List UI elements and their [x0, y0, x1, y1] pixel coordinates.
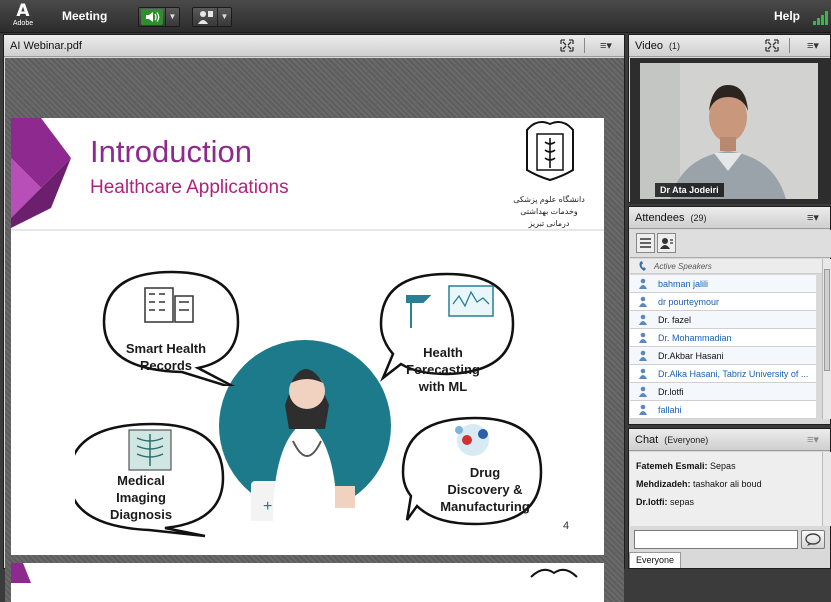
video-pod-title: Video [635, 40, 663, 52]
slide-page-number: 4 [563, 520, 570, 532]
chat-message: Mehdizadeh: tashakor ali boud [636, 479, 762, 489]
chat-message-list: Fatemeh Esmali: Sepas Mehdizadeh: tashak… [630, 452, 822, 526]
user-icon [639, 296, 647, 307]
presenter-icon [198, 11, 213, 24]
meeting-menu[interactable]: Meeting [62, 9, 107, 23]
chat-audience: (Everyone) [664, 435, 709, 445]
attendees-toolbar [630, 230, 831, 258]
smart-health-records-label: Smart Health Records [125, 341, 207, 373]
share-pod-title: AI Webinar.pdf [10, 40, 82, 52]
slide-title: Introduction [90, 134, 252, 169]
speaker-icon [141, 9, 163, 25]
chat-pod: Chat (Everyone) ≡▾ Fatemeh Esmali: Sepas … [628, 428, 831, 569]
attendee-row[interactable]: dr pourteymour [630, 293, 816, 311]
attendee-row[interactable]: Dr. Mohammadian [630, 329, 816, 347]
share-pod: AI Webinar.pdf ≡▾ Introduction Healthcar… [3, 34, 625, 602]
scrollbar-thumb[interactable] [824, 269, 830, 371]
video-pod-header: Video (1) ≡▾ [629, 35, 830, 57]
user-icon [639, 278, 647, 289]
user-icon [639, 404, 647, 415]
chat-message: Dr.lotfi: sepas [636, 497, 695, 507]
attendee-row[interactable]: Dr.Akbar Hasani [630, 347, 816, 365]
role-view-button[interactable] [657, 233, 676, 253]
chevron-down-icon[interactable]: ▼ [165, 8, 179, 26]
shared-document-viewer[interactable]: Introduction Healthcare Applications دان… [5, 58, 624, 602]
connection-signal-icon [813, 11, 829, 25]
user-icon [660, 238, 673, 249]
phone-icon [639, 261, 646, 271]
chat-message: Fatemeh Esmali: Sepas [636, 461, 736, 471]
presentation-slide: Introduction Healthcare Applications دان… [11, 118, 604, 555]
attendee-name: dr pourteymour [658, 297, 720, 307]
pod-options-menu[interactable]: ≡▾ [807, 211, 819, 224]
attendee-count: (29) [690, 213, 707, 223]
slide-divider [11, 229, 604, 231]
speaker-video-image [640, 63, 818, 199]
attendee-name: Dr. Mohammadian [658, 333, 732, 343]
university-logo [526, 121, 574, 182]
attendee-name: Dr.Alka Hasani, Tabriz University of ... [658, 369, 809, 379]
attendees-pod-title: Attendees [635, 212, 685, 224]
attendee-name: Dr. fazel [658, 315, 692, 325]
attendee-name: fallahi [658, 405, 682, 415]
attendee-row[interactable]: Dr.Alka Hasani, Tabriz University of ... [630, 365, 816, 383]
speech-bubble-icon [805, 533, 821, 546]
chevron-down-icon[interactable]: ▼ [217, 8, 231, 26]
pod-options-menu[interactable]: ≡▾ [807, 39, 819, 52]
chat-pod-title: Chat [635, 434, 659, 446]
chat-pod-header: Chat (Everyone) ≡▾ [629, 429, 830, 451]
medical-imaging-label: Medical Imaging Diagnosis [109, 473, 173, 522]
video-stream: Dr Ata Jodeiri [630, 58, 831, 204]
share-webcam-button[interactable]: ▼ [192, 7, 232, 27]
health-forecasting-label: Health Forecasting with ML [406, 345, 480, 394]
slide-subtitle: Healthcare Applications [90, 177, 289, 198]
attendees-pod: Attendees (29) ≡▾ Active Speakers bahman … [628, 206, 831, 425]
attendee-row[interactable]: bahman jalili [630, 275, 816, 293]
user-icon [639, 332, 647, 343]
list-view-icon [640, 238, 651, 248]
speaker-name-label: Dr Ata Jodeiri [655, 183, 724, 197]
send-message-button[interactable] [801, 530, 825, 549]
meeting-toolbar: A Adobe Meeting ▼ ▼ Help [0, 0, 831, 33]
attendee-row[interactable]: fallahi [630, 401, 816, 419]
university-caption: دانشگاه علوم پزشکی وخدمات بهداشتی درمانی… [513, 195, 585, 228]
fullscreen-icon[interactable] [560, 39, 574, 52]
webcam-feed: Dr Ata Jodeiri [640, 63, 818, 199]
user-icon [639, 386, 647, 397]
user-icon [639, 350, 647, 361]
attendees-pod-header: Attendees (29) ≡▾ [629, 207, 830, 229]
fullscreen-icon[interactable] [765, 39, 779, 52]
pod-options-menu[interactable]: ≡▾ [807, 433, 819, 446]
list-view-button[interactable] [636, 233, 655, 253]
video-pod: Video (1) ≡▾ Dr Ata Jodeiri [628, 34, 831, 204]
attendee-name: Dr.lotfi [658, 387, 684, 397]
drug-discovery-label: Drug Discovery & Manufacturing [440, 465, 530, 514]
chat-scrollbar[interactable] [822, 452, 831, 526]
adobe-logo: A Adobe [12, 1, 34, 28]
attendee-name: Dr.Akbar Hasani [658, 351, 724, 361]
speaker-button[interactable]: ▼ [138, 7, 180, 27]
attendee-list-scrollbar[interactable] [822, 259, 831, 419]
attendee-name: bahman jalili [658, 279, 709, 289]
help-menu[interactable]: Help [774, 9, 800, 23]
chat-tab-everyone[interactable]: Everyone [629, 552, 681, 568]
user-icon [639, 314, 647, 325]
slide-corner-decoration [11, 118, 71, 228]
video-count: (1) [668, 41, 680, 51]
active-speakers-row: Active Speakers [630, 259, 822, 274]
pod-options-menu[interactable]: ≡▾ [600, 39, 612, 52]
attendee-row[interactable]: Dr. fazel [630, 311, 816, 329]
attendee-row[interactable]: Dr.lotfi [630, 383, 816, 401]
svg-text:+: + [263, 498, 272, 515]
user-icon [639, 368, 647, 379]
share-pod-header: AI Webinar.pdf ≡▾ [4, 35, 624, 57]
chat-message-input[interactable] [634, 530, 798, 549]
